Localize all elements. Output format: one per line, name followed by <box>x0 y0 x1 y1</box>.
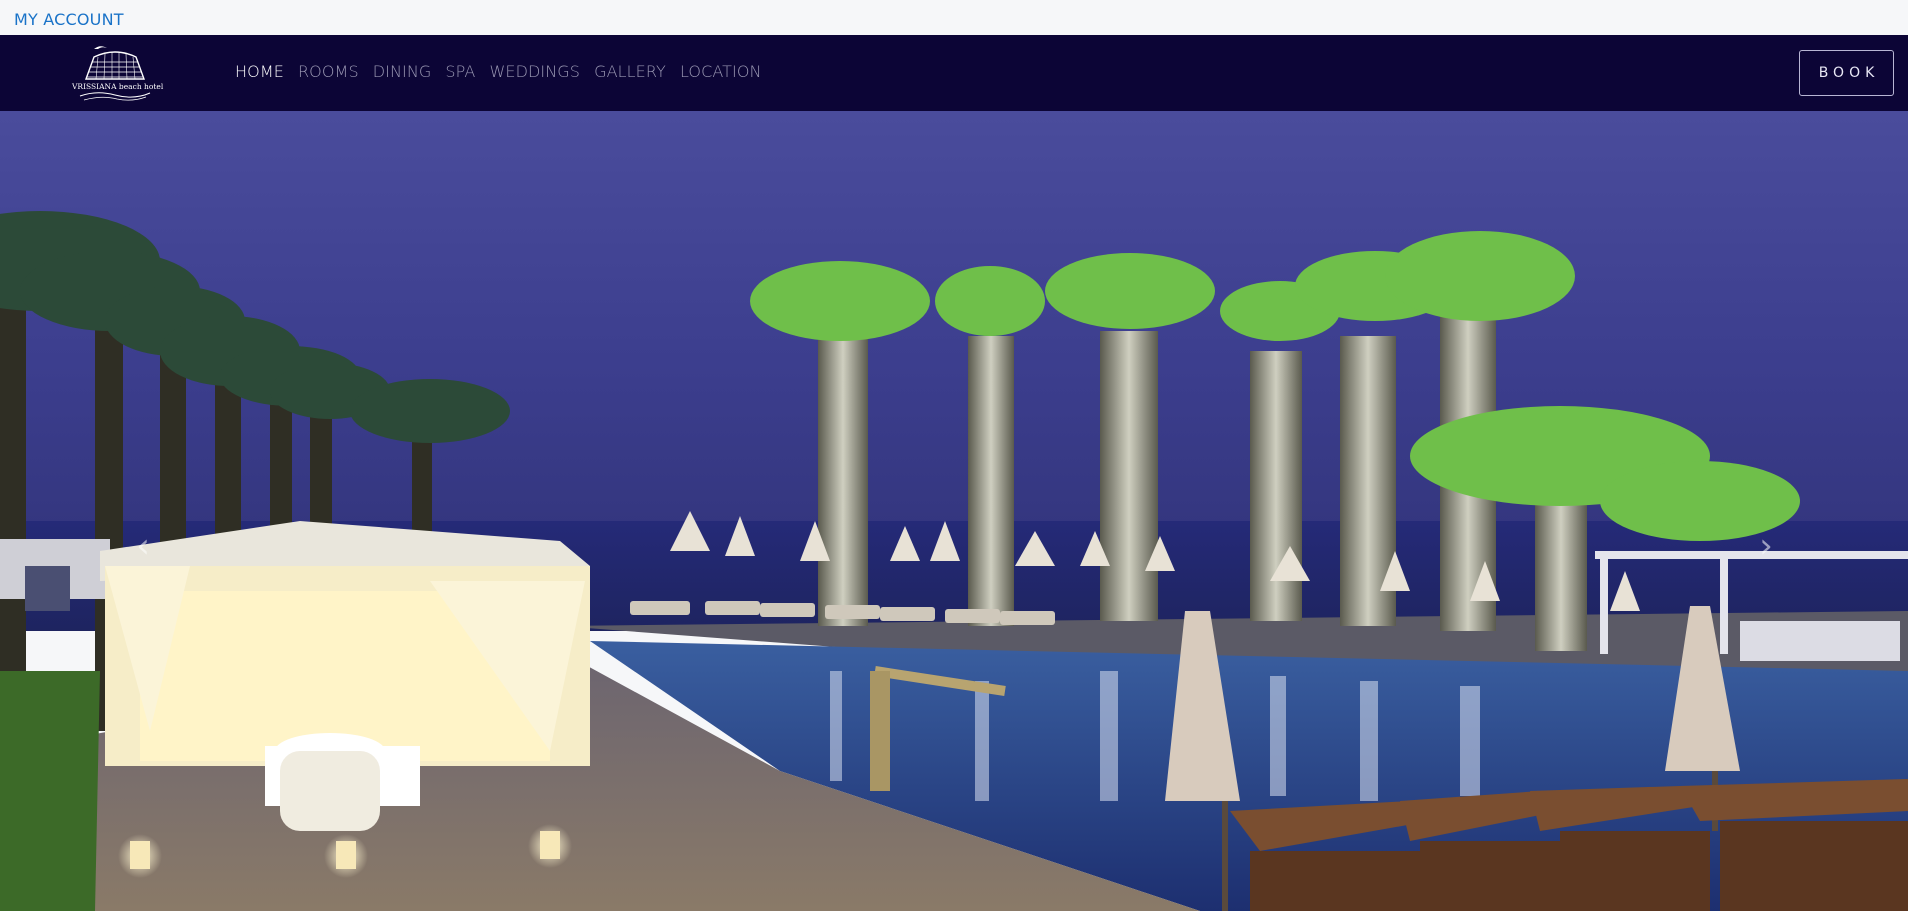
main-navbar: VRISSIANA beach hotel HOME ROOMS DINING … <box>0 35 1908 111</box>
hotel-building-icon <box>79 46 151 101</box>
hero-image-pool-night <box>0 111 1908 911</box>
logo-text: VRISSIANA beach hotel <box>72 82 164 91</box>
book-button[interactable]: BOOK <box>1799 50 1894 96</box>
nav-home[interactable]: HOME <box>235 62 284 81</box>
hero-carousel: ‹ › <box>0 111 1908 911</box>
nav-location[interactable]: LOCATION <box>680 62 762 81</box>
hotel-logo[interactable]: VRISSIANA beach hotel <box>72 43 164 103</box>
nav-rooms[interactable]: ROOMS <box>298 62 359 81</box>
nav-dining[interactable]: DINING <box>373 62 432 81</box>
carousel-prev-button[interactable]: ‹ <box>128 526 158 566</box>
nav-gallery[interactable]: GALLERY <box>594 62 666 81</box>
my-account-link[interactable]: MY ACCOUNT <box>14 10 124 29</box>
carousel-next-button[interactable]: › <box>1751 526 1781 566</box>
chevron-right-icon: › <box>1759 526 1773 566</box>
chevron-left-icon: ‹ <box>136 526 150 566</box>
nav-weddings[interactable]: WEDDINGS <box>489 62 580 81</box>
nav-spa[interactable]: SPA <box>445 62 475 81</box>
primary-nav: HOME ROOMS DINING SPA WEDDINGS GALLERY L… <box>235 62 762 81</box>
top-bar: MY ACCOUNT <box>0 0 1908 35</box>
